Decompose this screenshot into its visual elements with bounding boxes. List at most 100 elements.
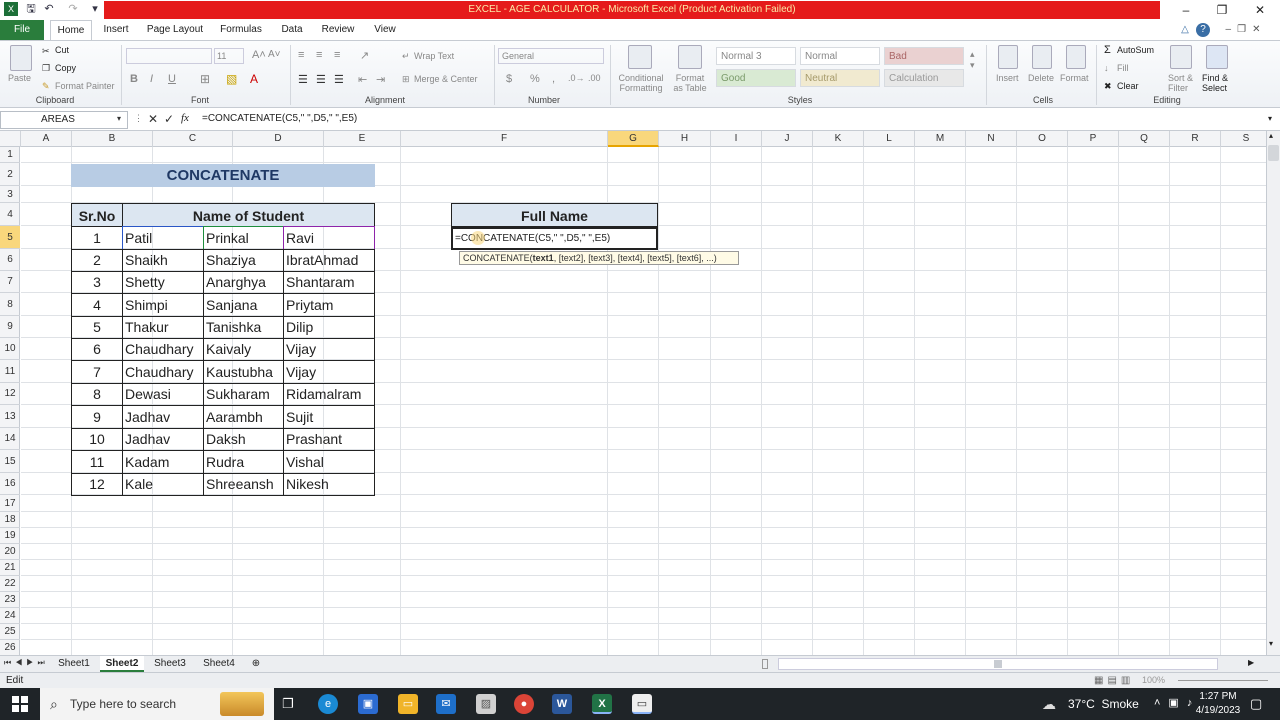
chrome-icon[interactable]: ● [514,694,534,714]
tab-split-handle[interactable] [762,659,768,669]
bold-icon[interactable]: B [130,73,138,85]
vertical-scroll-thumb[interactable] [1268,145,1279,161]
cell-middle-name[interactable]: Nikesh [283,473,375,496]
file-explorer-icon[interactable]: ▭ [398,694,418,714]
cell-surname[interactable]: Jadhav [122,405,204,429]
cell-surname[interactable]: Chaudhary [122,360,204,384]
italic-icon[interactable]: I [150,73,153,85]
conditional-formatting-button[interactable]: Conditional Formatting [614,73,668,93]
align-center-icon[interactable]: ☰ [316,73,326,86]
scroll-right-icon[interactable]: ▶ [1248,658,1254,667]
row-header-15[interactable]: 15 [0,450,20,473]
orientation-icon[interactable]: ↗ [360,49,369,62]
merge-center-icon[interactable]: ⊞ [402,74,410,85]
insert-sheet-icon[interactable]: ⊕ [248,656,264,672]
sheet-tab-2[interactable]: Sheet2 [100,656,144,672]
find-select-icon[interactable] [1206,45,1228,69]
clear-icon[interactable]: ✖ [1104,81,1112,92]
name-box-dropdown-icon[interactable]: ▾ [117,114,121,123]
zoom-slider[interactable] [1178,680,1268,681]
autosum-icon[interactable]: Σ [1104,44,1111,56]
column-header-e[interactable]: E [324,131,401,147]
sheet-tab-3[interactable]: Sheet3 [150,656,190,672]
style-bad[interactable]: Bad [884,47,964,65]
wrap-text-icon[interactable]: ↵ [402,51,410,62]
cell-surname[interactable]: Dewasi [122,383,204,406]
store-icon[interactable]: ▣ [358,694,378,714]
cell-surname[interactable]: Chaudhary [122,338,204,361]
underline-icon[interactable]: U [168,73,176,85]
taskbar-search[interactable]: ⌕ Type here to search [40,688,274,720]
vertical-scrollbar[interactable]: ▴ ▾ [1266,131,1280,655]
cell-srno[interactable]: 3 [71,271,123,294]
row-header-19[interactable]: 19 [0,528,20,544]
sheet-tab-4[interactable]: Sheet4 [198,656,240,672]
insert-cells-icon[interactable] [998,45,1018,69]
sheet-title[interactable]: CONCATENATE [71,164,375,187]
increase-indent-icon[interactable]: ⇥ [376,73,385,86]
cell-surname[interactable]: Kadam [122,450,204,474]
tooltip-current-arg[interactable]: text1 [533,253,554,263]
sort-filter-icon[interactable] [1170,45,1192,69]
align-top-icon[interactable]: ≡ [298,49,304,61]
cell-first-name[interactable]: Sanjana [203,293,284,317]
row-header-2[interactable]: 2 [0,163,20,186]
cell-srno[interactable]: 1 [71,226,123,250]
row-header-22[interactable]: 22 [0,576,20,592]
mail-icon[interactable]: ✉ [436,694,456,714]
cell-first-name[interactable]: Anarghya [203,271,284,294]
scroll-up-icon[interactable]: ▴ [1269,131,1273,140]
cell-surname[interactable]: Shimpi [122,293,204,317]
cell-srno[interactable]: 10 [71,428,123,451]
cell-srno[interactable]: 4 [71,293,123,317]
cell-surname[interactable]: Shetty [122,271,204,294]
redo-icon[interactable]: ↷ [66,2,80,16]
tab-formulas[interactable]: Formulas [214,20,268,40]
save-icon[interactable]: 🖫 [24,2,38,16]
help-icon[interactable]: ? [1196,23,1210,37]
cell-middle-name[interactable]: Prashant [283,428,375,451]
cell-first-name[interactable]: Kaustubha [203,360,284,384]
scroll-down-icon[interactable]: ▾ [1269,639,1273,648]
column-header-n[interactable]: N [966,131,1017,147]
cell-surname[interactable]: Kale [122,473,204,496]
sheet-nav-icons[interactable]: ⏮◀▶⏭ [4,658,49,668]
cut-button[interactable]: Cut [55,45,69,55]
row-header-6[interactable]: 6 [0,249,20,271]
excel-taskbar-icon[interactable]: X [592,694,612,714]
fill-color-icon[interactable]: ▧ [226,72,237,86]
row-header-7[interactable]: 7 [0,271,20,293]
row-header-5[interactable]: 5 [0,226,20,249]
cell-middle-name[interactable]: Ravi [283,226,375,250]
row-header-9[interactable]: 9 [0,316,20,338]
paste-icon[interactable] [10,45,32,71]
cell-srno[interactable]: 2 [71,249,123,272]
cell-first-name[interactable]: Tanishka [203,316,284,339]
tab-data[interactable]: Data [274,20,310,40]
style-calculation[interactable]: Calculation [884,69,964,87]
header-srno[interactable]: Sr.No [71,203,123,227]
fill-icon[interactable]: ↓ [1104,63,1109,73]
styles-scroll-icon[interactable]: ▴ ▾ [970,49,975,71]
conditional-formatting-icon[interactable] [628,45,652,69]
decrease-indent-icon[interactable]: ⇤ [358,73,367,86]
cell-middle-name[interactable]: IbratAhmad [283,249,375,272]
style-neutral[interactable]: Neutral [800,69,880,87]
currency-icon[interactable]: $ [506,73,512,85]
cell-srno[interactable]: 7 [71,360,123,384]
row-header-3[interactable]: 3 [0,186,20,203]
column-header-i[interactable]: I [711,131,762,147]
row-header-13[interactable]: 13 [0,405,20,428]
increase-decimal-icon[interactable]: .0→ [568,73,585,83]
select-all-corner[interactable] [0,131,21,147]
task-view-icon[interactable]: ❐ [278,694,298,714]
cell-surname[interactable]: Thakur [122,316,204,339]
row-header-14[interactable]: 14 [0,428,20,450]
tab-page-layout[interactable]: Page Layout [142,20,208,40]
weather-text[interactable]: 37°C Smoke [1068,697,1139,711]
cell-middle-name[interactable]: Sujit [283,405,375,429]
format-as-table-button[interactable]: Format as Table [670,73,710,93]
column-header-d[interactable]: D [233,131,324,147]
cell-middle-name[interactable]: Vijay [283,360,375,384]
header-full-name[interactable]: Full Name [451,203,658,227]
